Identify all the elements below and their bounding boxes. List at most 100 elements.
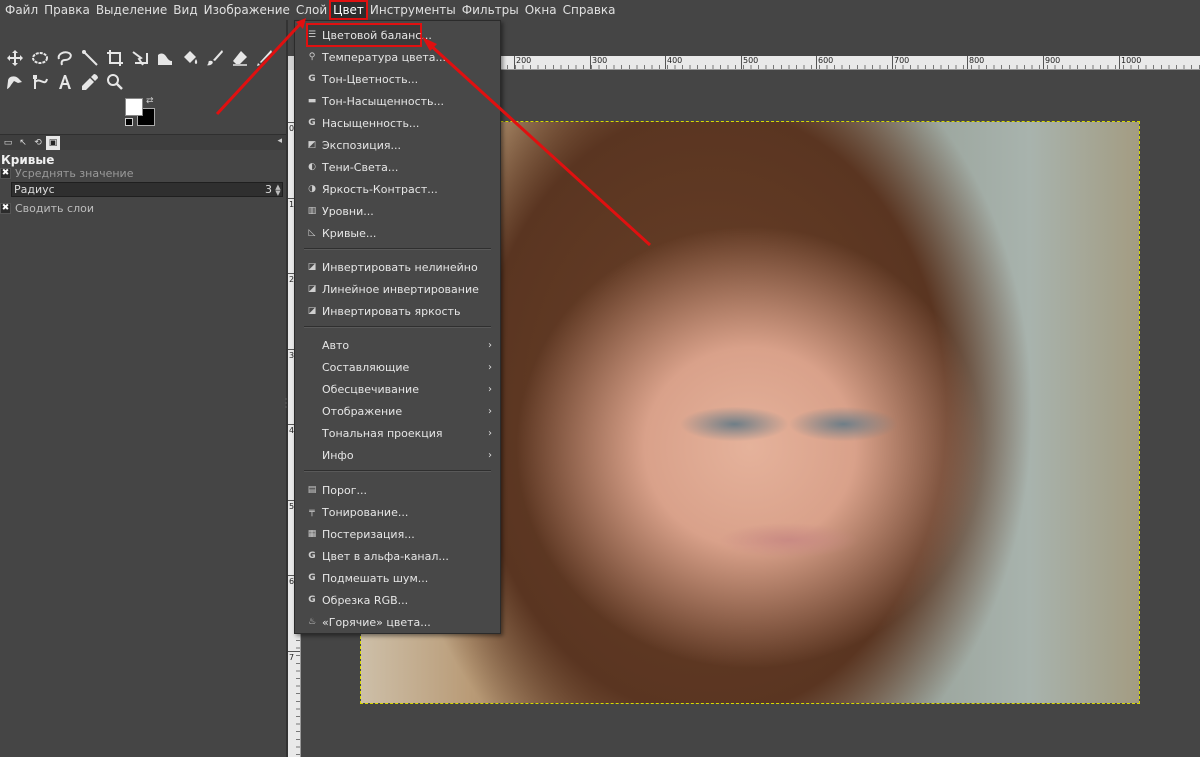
text-tool-icon[interactable] — [52, 70, 77, 94]
exposure-icon: ◩ — [307, 140, 317, 150]
menu-item-saturation[interactable]: G Насыщенность... — [295, 112, 500, 134]
eraser-icon[interactable] — [227, 46, 252, 70]
menu-item-components[interactable]: Составляющие › — [295, 356, 500, 378]
menu-item-shadows-highlights[interactable]: ◐ Тени-Света... — [295, 156, 500, 178]
menu-item-exposure[interactable]: ◩ Экспозиция... — [295, 134, 500, 156]
sample-merged-option[interactable]: ✖ Сводить слои — [0, 201, 94, 215]
submenu-arrow-icon: › — [488, 427, 492, 439]
menu-edit[interactable]: Правка — [41, 1, 93, 19]
paths-icon[interactable] — [27, 70, 52, 94]
bucket-fill-icon[interactable] — [177, 46, 202, 70]
transform-icon[interactable] — [127, 46, 152, 70]
menu-item-value-invert[interactable]: ◪ Инвертировать яркость — [295, 300, 500, 322]
zoom-icon[interactable] — [102, 70, 127, 94]
menu-filters[interactable]: Фильтры — [459, 1, 522, 19]
fg-bg-colors[interactable]: ⇄ — [125, 96, 161, 130]
menu-item-rgb-clip[interactable]: G Обрезка RGB... — [295, 589, 500, 611]
menu-item-curves[interactable]: ◺ Кривые... — [295, 222, 500, 244]
submenu-arrow-icon: › — [488, 339, 492, 351]
crop-icon[interactable] — [102, 46, 127, 70]
menu-file[interactable]: Файл — [2, 1, 41, 19]
menu-item-tone-mapping[interactable]: Тональная проекция › — [295, 422, 500, 444]
ellipse-select-icon[interactable] — [27, 46, 52, 70]
menu-item-color-balance[interactable]: ☰ Цветовой баланс... — [306, 23, 432, 47]
menu-item-levels[interactable]: ▥ Уровни... — [295, 200, 500, 222]
ruler-label: 300 — [592, 56, 608, 65]
submenu-arrow-icon: › — [488, 361, 492, 373]
radius-label: Радиус — [14, 183, 55, 196]
ruler-label: 800 — [969, 56, 985, 65]
clone-icon[interactable] — [252, 46, 277, 70]
menu-item-color-to-alpha[interactable]: G Цвет в альфа-канал... — [295, 545, 500, 567]
smudge-icon[interactable] — [2, 70, 27, 94]
lasso-icon[interactable] — [52, 46, 77, 70]
ruler-label: 7 — [289, 653, 295, 662]
menu-item-map[interactable]: Отображение › — [295, 400, 500, 422]
menu-item-threshold[interactable]: ▤ Порог... — [295, 479, 500, 501]
posterize-icon: ▦ — [307, 529, 317, 539]
foreground-color[interactable] — [125, 98, 143, 116]
brightness-contrast-icon: ◑ — [308, 184, 316, 194]
ruler-label: 600 — [818, 56, 834, 65]
menu-image[interactable]: Изображение — [201, 1, 293, 19]
menu-separator — [304, 326, 491, 328]
menu-item-desaturate[interactable]: Обесцвечивание › — [295, 378, 500, 400]
swap-colors-icon[interactable]: ⇄ — [146, 96, 154, 106]
menu-select[interactable]: Выделение — [93, 1, 170, 19]
menu-item-dither[interactable]: G Подмешать шум... — [295, 567, 500, 589]
menu-item-hue-saturation[interactable]: ▬ Тон-Насыщенность... — [295, 90, 500, 112]
dock-tab-strip: ▭ ↖ ⟲ ▣ ◂ — [0, 134, 286, 150]
tab-images-icon[interactable]: ▣ — [46, 135, 60, 150]
menu-separator — [304, 248, 491, 250]
ruler-label: 900 — [1045, 56, 1061, 65]
color-balance-icon: ☰ — [307, 30, 317, 40]
menu-view[interactable]: Вид — [170, 1, 200, 19]
hue-saturation-icon: ▬ — [307, 96, 317, 106]
menu-item-colorize[interactable]: ╤ Тонирование... — [295, 501, 500, 523]
menu-color[interactable]: Цвет — [329, 0, 368, 20]
menu-help[interactable]: Справка — [560, 1, 619, 19]
invert-icon: ◪ — [307, 284, 317, 294]
invert-icon: ◪ — [307, 262, 317, 272]
submenu-arrow-icon: › — [488, 449, 492, 461]
color-menu-dropdown: ☰ Цветовой баланс... ⚲ Температура цвета… — [294, 20, 501, 634]
menu-item-info[interactable]: Инфо › — [295, 444, 500, 466]
menu-tools[interactable]: Инструменты — [367, 1, 459, 19]
spin-arrows-icon[interactable]: ▲ ▼ — [274, 183, 282, 196]
ruler-label: 700 — [894, 56, 910, 65]
curves-icon: ◺ — [308, 228, 316, 238]
sample-merged-checkbox[interactable]: ✖ — [0, 202, 11, 214]
tab-undo-icon[interactable]: ⟲ — [31, 136, 45, 150]
sample-average-option[interactable]: ✖ Усреднять значение — [0, 166, 133, 180]
tab-device-status-icon[interactable]: ▭ — [1, 136, 15, 150]
sample-average-checkbox[interactable]: ✖ — [0, 167, 11, 179]
color-picker-icon[interactable] — [77, 70, 102, 94]
fuzzy-select-icon[interactable] — [77, 46, 102, 70]
menu-item-posterize[interactable]: ▦ Постеризация... — [295, 523, 500, 545]
threshold-icon: ▤ — [307, 485, 317, 495]
menu-item-hue-chroma[interactable]: G Тон-Цветность... — [295, 68, 500, 90]
menu-item-hot[interactable]: ♨ «Горячие» цвета... — [295, 611, 500, 633]
tab-menu-icon[interactable]: ◂ — [277, 136, 282, 146]
reset-colors-icon[interactable] — [125, 118, 133, 126]
tool-options-title: Кривые — [1, 153, 55, 167]
gegl-icon: G — [308, 573, 316, 583]
menu-item-linear-invert[interactable]: ◪ Линейное инвертирование — [295, 278, 500, 300]
ruler-label: 1000 — [1121, 56, 1142, 65]
tab-tool-options-icon[interactable]: ↖ — [16, 136, 30, 150]
hot-colors-icon: ♨ — [307, 617, 317, 627]
menu-item-auto[interactable]: Авто › — [295, 334, 500, 356]
sample-average-label: Усреднять значение — [15, 166, 134, 180]
menu-windows[interactable]: Окна — [522, 1, 560, 19]
menu-layer[interactable]: Слой — [293, 1, 330, 19]
menu-item-color-temperature[interactable]: ⚲ Температура цвета... — [295, 46, 500, 68]
warp-icon[interactable] — [152, 46, 177, 70]
radius-value[interactable]: 3 — [265, 183, 274, 196]
radius-spinner[interactable]: Радиус 3 ▲ ▼ — [11, 182, 283, 197]
move-tool-icon[interactable] — [2, 46, 27, 70]
menu-item-brightness-contrast[interactable]: ◑ Яркость-Контраст... — [295, 178, 500, 200]
gegl-icon: G — [308, 551, 316, 561]
menu-item-invert[interactable]: ◪ Инвертировать нелинейно — [295, 256, 500, 278]
shadows-highlights-icon: ◐ — [308, 162, 316, 172]
paintbrush-icon[interactable] — [202, 46, 227, 70]
